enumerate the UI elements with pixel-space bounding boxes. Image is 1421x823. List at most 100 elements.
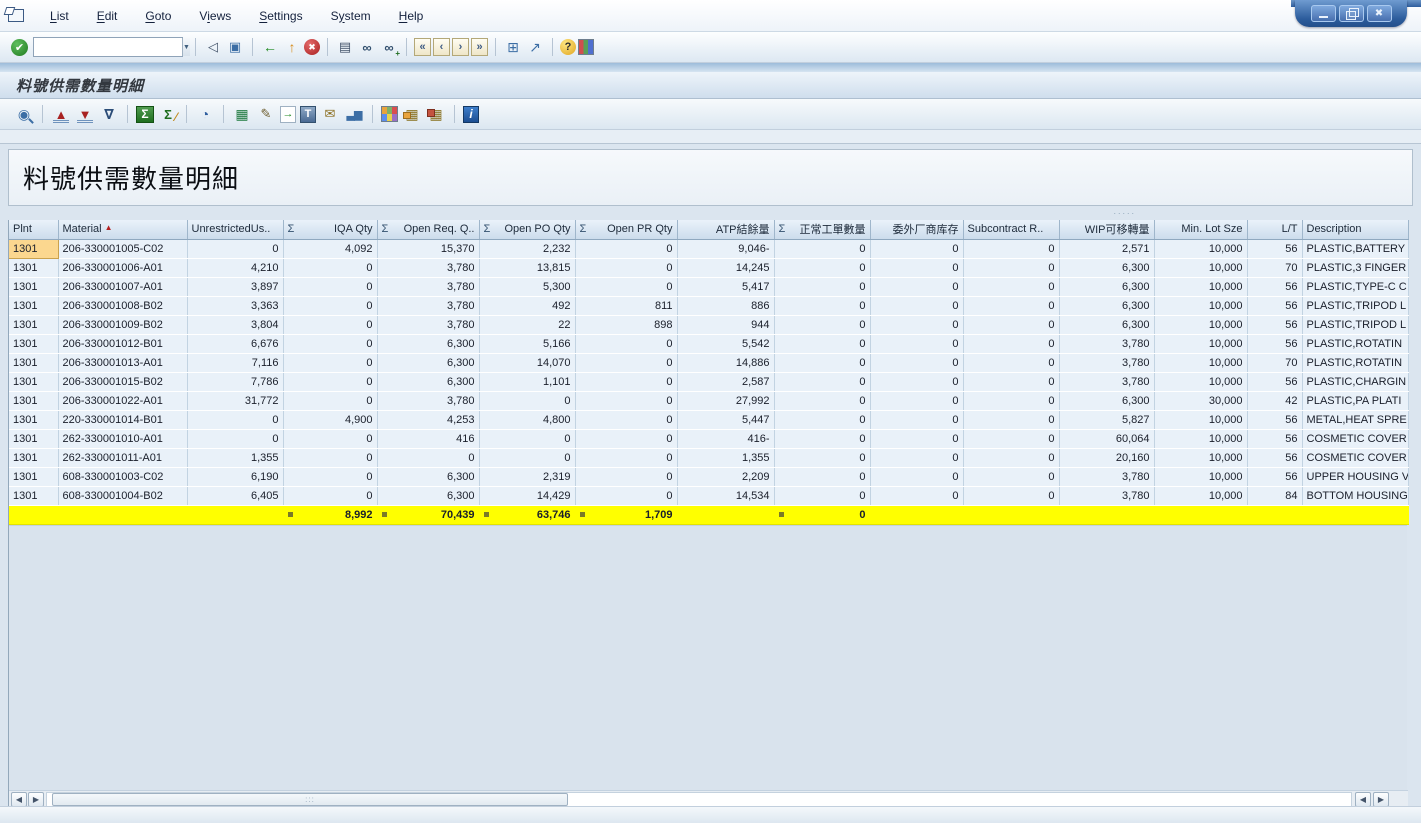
cell-material[interactable]: 206-330001012-B01: [58, 334, 187, 353]
cell-atp-balance[interactable]: 9,046-: [677, 239, 774, 258]
cell-subcontract-r[interactable]: 0: [963, 296, 1059, 315]
total-cell-unrestricted-use[interactable]: [187, 505, 283, 524]
total-cell-subcontract-r[interactable]: [963, 505, 1059, 524]
cell-open-req-qty[interactable]: 0: [377, 448, 479, 467]
cell-open-pr-qty[interactable]: 0: [575, 372, 677, 391]
cell-subcon-vendor-stock[interactable]: 0: [870, 353, 963, 372]
cell-open-po-qty[interactable]: 1,101: [479, 372, 575, 391]
cell-open-req-qty[interactable]: 416: [377, 429, 479, 448]
sum-icon[interactable]: Σ: [136, 106, 154, 123]
exit-icon[interactable]: ↑: [282, 38, 302, 57]
cell-wip-transferable[interactable]: 3,780: [1059, 372, 1154, 391]
horizontal-scrollbar[interactable]: ◀ ▶ ::: ◀ ▶: [9, 790, 1408, 808]
cell-normal-wo-qty[interactable]: 0: [774, 258, 870, 277]
cell-open-req-qty[interactable]: 6,300: [377, 486, 479, 505]
total-cell-open-pr-qty[interactable]: 1,709: [575, 505, 677, 524]
cell-material[interactable]: 220-330001014-B01: [58, 410, 187, 429]
table-row[interactable]: 1301206-330001013-A017,11606,30014,07001…: [9, 353, 1408, 372]
cell-min-lot-size[interactable]: 10,000: [1154, 372, 1247, 391]
cell-description[interactable]: COSMETIC COVER: [1302, 429, 1408, 448]
cell-unrestricted-use[interactable]: 7,786: [187, 372, 283, 391]
cell-min-lot-size[interactable]: 10,000: [1154, 258, 1247, 277]
cell-description[interactable]: PLASTIC,CHARGIN: [1302, 372, 1408, 391]
cell-subcon-vendor-stock[interactable]: 0: [870, 467, 963, 486]
choose-layout-icon[interactable]: [381, 106, 398, 122]
command-input[interactable]: [34, 38, 182, 56]
cell-subcontract-r[interactable]: 0: [963, 410, 1059, 429]
totals-row[interactable]: 8,99270,43963,7461,7090: [9, 505, 1408, 524]
cell-open-po-qty[interactable]: 2,232: [479, 239, 575, 258]
cell-open-pr-qty[interactable]: 0: [575, 410, 677, 429]
cell-plnt[interactable]: 1301: [9, 315, 58, 334]
column-header-open-po-qty[interactable]: ΣOpen PO Qty: [479, 220, 575, 239]
cell-atp-balance[interactable]: 27,992: [677, 391, 774, 410]
cell-subcontract-r[interactable]: 0: [963, 372, 1059, 391]
cell-lt[interactable]: 56: [1247, 296, 1302, 315]
column-header-atp-balance[interactable]: ATP結餘量: [677, 220, 774, 239]
cell-normal-wo-qty[interactable]: 0: [774, 334, 870, 353]
cell-material[interactable]: 262-330001011-A01: [58, 448, 187, 467]
cell-min-lot-size[interactable]: 10,000: [1154, 277, 1247, 296]
cell-plnt[interactable]: 1301: [9, 296, 58, 315]
new-session-icon[interactable]: ⊞: [503, 38, 523, 57]
cell-material[interactable]: 206-330001008-B02: [58, 296, 187, 315]
cell-open-po-qty[interactable]: 5,166: [479, 334, 575, 353]
cell-open-pr-qty[interactable]: 0: [575, 239, 677, 258]
cell-open-pr-qty[interactable]: 0: [575, 277, 677, 296]
cell-min-lot-size[interactable]: 10,000: [1154, 334, 1247, 353]
total-cell-open-req-qty[interactable]: 70,439: [377, 505, 479, 524]
menu-goto[interactable]: Goto: [133, 6, 183, 26]
cell-atp-balance[interactable]: 5,417: [677, 277, 774, 296]
total-cell-min-lot-size[interactable]: [1154, 505, 1247, 524]
cell-atp-balance[interactable]: 2,209: [677, 467, 774, 486]
cell-open-req-qty[interactable]: 6,300: [377, 467, 479, 486]
cell-wip-transferable[interactable]: 3,780: [1059, 334, 1154, 353]
cell-subcon-vendor-stock[interactable]: 0: [870, 315, 963, 334]
cell-normal-wo-qty[interactable]: 0: [774, 467, 870, 486]
cell-plnt[interactable]: 1301: [9, 334, 58, 353]
sum-detail-icon[interactable]: [580, 512, 585, 517]
cell-open-po-qty[interactable]: 492: [479, 296, 575, 315]
cell-description[interactable]: BOTTOM HOUSING: [1302, 486, 1408, 505]
cell-plnt[interactable]: 1301: [9, 277, 58, 296]
cell-lt[interactable]: 42: [1247, 391, 1302, 410]
cell-iqa-qty[interactable]: 4,900: [283, 410, 377, 429]
cell-unrestricted-use[interactable]: 0: [187, 429, 283, 448]
cell-normal-wo-qty[interactable]: 0: [774, 486, 870, 505]
cell-material[interactable]: 608-330001004-B02: [58, 486, 187, 505]
cell-subcon-vendor-stock[interactable]: 0: [870, 448, 963, 467]
cell-normal-wo-qty[interactable]: 0: [774, 315, 870, 334]
last-page-icon[interactable]: »: [471, 38, 488, 56]
cell-normal-wo-qty[interactable]: 0: [774, 239, 870, 258]
table-row[interactable]: 1301206-330001008-B023,36303,78049281188…: [9, 296, 1408, 315]
print-preview-icon[interactable]: ◔: [195, 105, 215, 124]
cell-subcon-vendor-stock[interactable]: 0: [870, 429, 963, 448]
cell-iqa-qty[interactable]: 0: [283, 296, 377, 315]
previous-page-icon[interactable]: ‹: [433, 38, 450, 56]
cell-subcontract-r[interactable]: 0: [963, 467, 1059, 486]
cell-description[interactable]: PLASTIC,PA PLATI: [1302, 391, 1408, 410]
cell-material[interactable]: 206-330001022-A01: [58, 391, 187, 410]
cell-open-req-qty[interactable]: 6,300: [377, 372, 479, 391]
cell-unrestricted-use[interactable]: 4,210: [187, 258, 283, 277]
table-row[interactable]: 1301608-330001003-C026,19006,3002,31902,…: [9, 467, 1408, 486]
cell-material[interactable]: 206-330001006-A01: [58, 258, 187, 277]
cell-open-po-qty[interactable]: 0: [479, 429, 575, 448]
mail-recipient-icon[interactable]: ✉: [320, 105, 340, 124]
cell-atp-balance[interactable]: 5,447: [677, 410, 774, 429]
sum-detail-icon[interactable]: [382, 512, 387, 517]
save-layout-icon[interactable]: ▦: [426, 105, 446, 124]
cell-description[interactable]: METAL,HEAT SPRE: [1302, 410, 1408, 429]
cell-plnt[interactable]: 1301: [9, 372, 58, 391]
total-cell-description[interactable]: [1302, 505, 1408, 524]
cell-normal-wo-qty[interactable]: 0: [774, 277, 870, 296]
cell-normal-wo-qty[interactable]: 0: [774, 296, 870, 315]
cell-plnt[interactable]: 1301: [9, 239, 58, 258]
customize-layout-icon[interactable]: [578, 39, 594, 55]
cell-wip-transferable[interactable]: 3,780: [1059, 353, 1154, 372]
cell-open-po-qty[interactable]: 0: [479, 391, 575, 410]
total-cell-subcon-vendor-stock[interactable]: [870, 505, 963, 524]
total-cell-material[interactable]: [58, 505, 187, 524]
word-processing-icon[interactable]: ✎: [256, 105, 276, 124]
sum-detail-icon[interactable]: [484, 512, 489, 517]
